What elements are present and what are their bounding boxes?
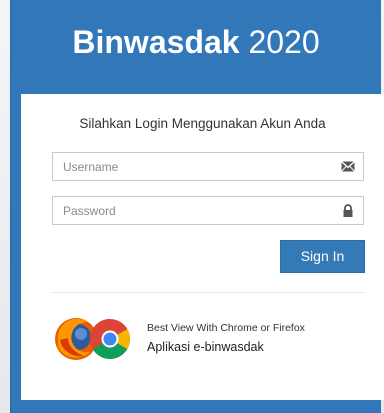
page-title: Binwasdak 2020	[11, 22, 381, 62]
password-input[interactable]	[53, 197, 333, 224]
login-subtitle: Silahkan Login Menggunakan Akun Anda	[79, 116, 326, 131]
divider	[52, 292, 364, 293]
password-field[interactable]	[52, 196, 364, 225]
lock-icon	[341, 204, 355, 217]
title-app-name: Binwasdak	[72, 24, 240, 60]
browser-logos	[54, 316, 134, 362]
username-input[interactable]	[53, 153, 333, 180]
login-card: Silahkan Login Menggunakan Akun Anda Use…	[21, 94, 384, 400]
title-year: 2020	[248, 24, 320, 60]
app-name-label: Aplikasi e-binwasdak	[147, 340, 264, 354]
best-view-note: Best View With Chrome or Firefox	[147, 322, 305, 334]
sign-in-button[interactable]: Sign In	[280, 240, 365, 273]
envelope-icon	[341, 160, 355, 173]
username-field[interactable]	[52, 152, 364, 181]
chrome-logo-icon	[90, 319, 130, 359]
login-panel: Binwasdak 2020 Silahkan Login Menggunaka…	[10, 0, 384, 413]
